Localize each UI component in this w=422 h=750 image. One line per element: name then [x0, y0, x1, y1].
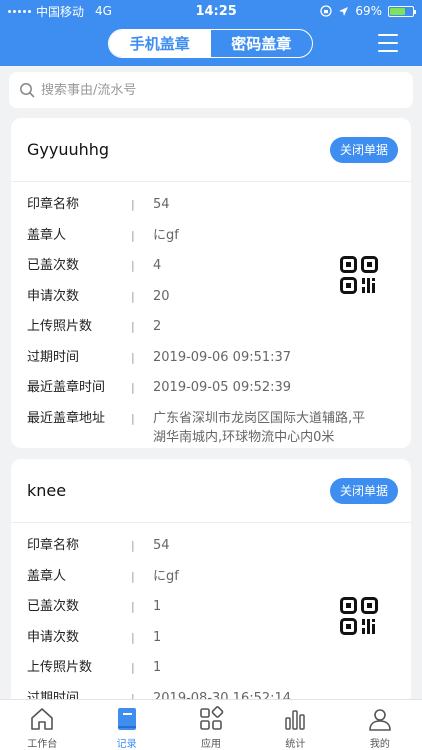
tab-record[interactable]: 记录 [84, 700, 168, 750]
status-time: 14:25 [195, 3, 237, 19]
tab-label: 记录 [116, 739, 137, 750]
separator: | [131, 350, 135, 364]
label: 已盖次数 [27, 258, 80, 273]
label: 过期时间 [27, 349, 80, 365]
separator: | [131, 259, 135, 272]
separator: | [131, 600, 135, 613]
card-header: Gyyuuhhg 关闭单据 [11, 118, 411, 182]
row-photo-count: 上传照片数 | 2 [11, 312, 411, 343]
label: 上传照片数 [27, 660, 93, 675]
row-seal-name: 印章名称 | 54 [11, 531, 411, 562]
value: にgf [153, 227, 179, 243]
search-icon [20, 83, 35, 98]
row-expire-time: 过期时间 | 2019-09-06 09:51:37 [11, 343, 411, 374]
carrier: 中国移动 [36, 4, 85, 19]
mode-segmented-control: 手机盖章 密码盖章 [108, 29, 313, 58]
close-document-button[interactable]: 关闭单据 [329, 477, 398, 504]
search-bar [9, 72, 413, 108]
label: 上传照片数 [27, 319, 93, 334]
record-icon [117, 708, 136, 730]
separator: | [131, 630, 135, 644]
signal-icon [8, 9, 31, 13]
value: 1 [153, 660, 162, 675]
status-bar: 中国移动 4G 14:25 69% [0, 0, 422, 22]
apps-icon [200, 706, 224, 730]
record-card: Gyyuuhhg 关闭单据 印章名称 | 54 盖章人 | にgf 已盖次数 |… [11, 118, 411, 448]
label: 已盖次数 [27, 599, 80, 614]
battery-percent: 69% [355, 4, 382, 18]
tab-profile[interactable]: 我的 [338, 700, 422, 750]
tab-label: 应用 [201, 739, 222, 750]
record-card: knee 关闭单据 印章名称 | 54 盖章人 | にgf 已盖次数 | 1 申… [11, 459, 411, 719]
chart-icon [285, 710, 306, 730]
label: 印章名称 [27, 197, 80, 212]
app-header: 中国移动 4G 14:25 69% 手机盖章 密码盖章 [0, 0, 422, 66]
network-type: 4G [95, 4, 112, 18]
menu-icon[interactable] [378, 34, 398, 52]
value: 2 [153, 319, 162, 334]
card-title: Gyyuuhhg [27, 140, 110, 159]
label: 最近盖章地址 [27, 410, 106, 426]
bottom-tab-bar: 工作台 记录 应用 统计 我的 [0, 699, 422, 750]
value: にgf [153, 568, 179, 584]
separator: | [131, 320, 135, 333]
separator: | [131, 661, 135, 674]
separator: | [131, 381, 135, 394]
tab-password-stamp[interactable]: 密码盖章 [211, 30, 313, 57]
row-last-stamp-time: 最近盖章时间 | 2019-09-05 09:52:39 [11, 373, 411, 404]
tab-label: 工作台 [27, 739, 58, 750]
lock-rotation-icon [320, 5, 332, 17]
label: 盖章人 [27, 227, 67, 243]
tab-phone-stamp[interactable]: 手机盖章 [109, 30, 211, 57]
label: 最近盖章时间 [27, 380, 106, 395]
value: 2019-09-06 09:51:37 [153, 349, 292, 365]
label: 申请次数 [27, 629, 80, 645]
separator: | [131, 198, 135, 211]
tab-apps[interactable]: 应用 [169, 700, 253, 750]
search-input[interactable] [41, 82, 381, 98]
row-seal-name: 印章名称 | 54 [11, 190, 411, 221]
value: 54 [153, 538, 170, 553]
close-document-button[interactable]: 关闭单据 [329, 136, 398, 163]
tab-statistics[interactable]: 统计 [253, 700, 337, 750]
card-title: knee [27, 481, 67, 500]
row-photo-count: 上传照片数 | 1 [11, 653, 411, 684]
row-stamper: 盖章人 | にgf [11, 562, 411, 593]
value: 2019-09-05 09:52:39 [153, 380, 292, 395]
row-stamper: 盖章人 | にgf [11, 221, 411, 252]
qr-code-icon[interactable] [340, 597, 378, 635]
tab-label: 我的 [369, 739, 390, 750]
location-icon [339, 6, 349, 16]
home-icon [31, 708, 54, 730]
label: 盖章人 [27, 568, 67, 584]
separator: | [131, 411, 135, 425]
label: 申请次数 [27, 288, 80, 304]
nav-bar: 手机盖章 密码盖章 [0, 22, 422, 66]
tab-label: 统计 [285, 739, 306, 750]
separator: | [131, 539, 135, 552]
separator: | [131, 569, 135, 583]
battery-icon [387, 5, 416, 17]
card-header: knee 关闭单据 [11, 459, 411, 523]
value: 广东省深圳市龙岗区国际大道辅路,平湖华南城内,环球物流中心内0米 [153, 410, 366, 445]
label: 印章名称 [27, 538, 80, 553]
user-icon [369, 709, 391, 731]
separator: | [131, 228, 135, 242]
value: 54 [153, 197, 170, 212]
row-last-stamp-address: 最近盖章地址 | 广东省深圳市龙岗区国际大道辅路,平湖华南城内,环球物流中心内0… [11, 404, 411, 447]
qr-code-icon[interactable] [340, 256, 378, 294]
tab-workbench[interactable]: 工作台 [0, 700, 84, 750]
separator: | [131, 289, 135, 303]
